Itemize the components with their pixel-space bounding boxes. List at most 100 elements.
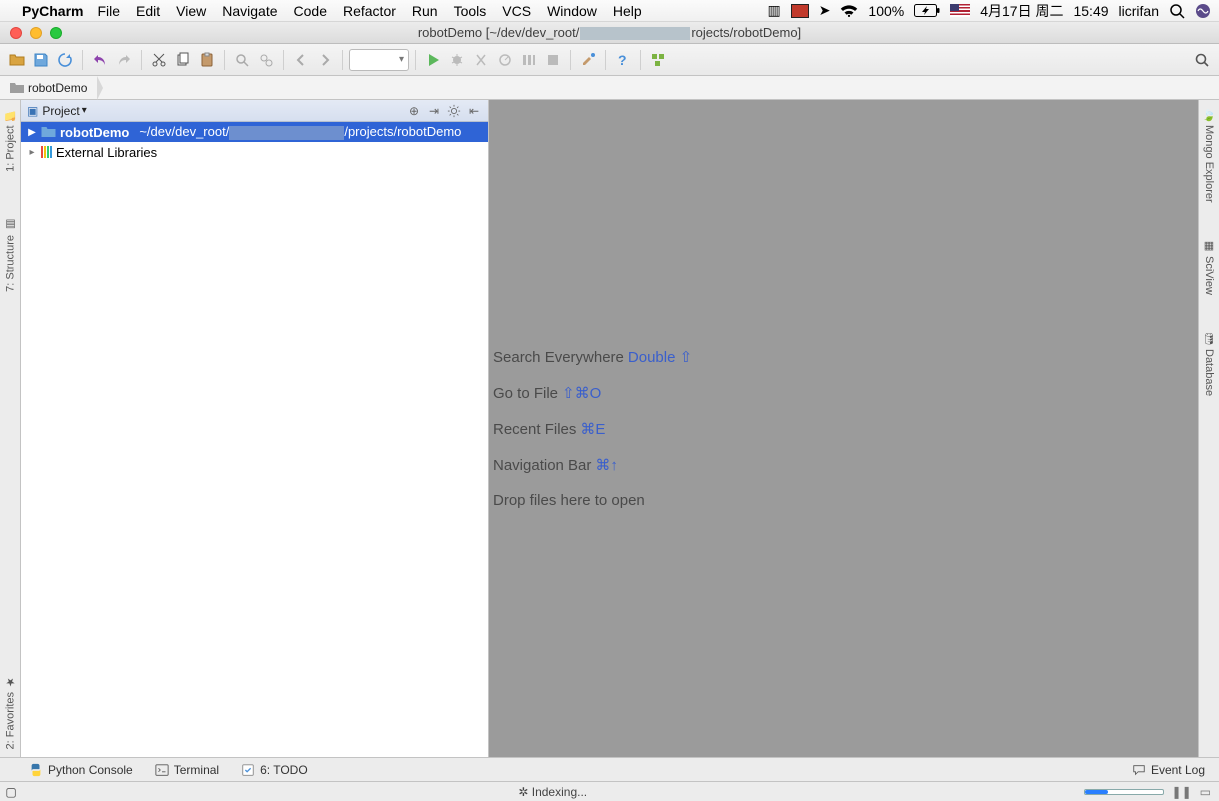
cut-icon[interactable] (148, 49, 170, 71)
speech-icon (1132, 763, 1146, 777)
project-tool-window: ▣ Project ▾ ⊕ ⇥ ⇤ ▶ robotDemo ~/dev/dev_… (21, 100, 489, 757)
menu-tools[interactable]: Tools (454, 3, 487, 19)
window-title: robotDemo [~/dev/dev_root/rojects/robotD… (0, 25, 1219, 40)
tab-event-log[interactable]: Event Log (1132, 763, 1205, 777)
paste-icon[interactable] (196, 49, 218, 71)
wifi-icon[interactable] (840, 4, 858, 18)
location-icon[interactable]: ➤ (819, 2, 831, 19)
redacted-path (229, 126, 344, 140)
window-zoom-button[interactable] (50, 27, 62, 39)
profile-icon[interactable] (494, 49, 516, 71)
todo-icon (241, 763, 255, 777)
left-tool-gutter: 1: Project📁 7: Structure▤ 2: Favorites★ (0, 100, 21, 757)
menu-navigate[interactable]: Navigate (222, 3, 277, 19)
svg-text:?: ? (618, 52, 627, 68)
window-close-button[interactable] (10, 27, 22, 39)
tray-graph-icon[interactable] (791, 4, 809, 18)
tree-root-path: ~/dev/dev_root//projects/robotDemo (139, 124, 461, 140)
dropdown-icon[interactable]: ▾ (82, 105, 87, 116)
menu-file[interactable]: File (97, 3, 120, 19)
hide-panel-icon[interactable]: ⇤ (466, 103, 482, 119)
hint-search: Search EverywhereDouble ⇧ (493, 348, 692, 366)
app-menu[interactable]: PyCharm (22, 3, 83, 19)
right-tool-gutter: 🍃Mongo Explorer ▦SciView 🛢Database (1198, 100, 1219, 757)
project-panel-title[interactable]: Project (42, 104, 79, 118)
menu-help[interactable]: Help (613, 3, 642, 19)
menu-refactor[interactable]: Refactor (343, 3, 396, 19)
tab-todo[interactable]: 6: TODO (241, 763, 308, 777)
status-windows-icon[interactable]: ▢ (0, 785, 22, 799)
panel-settings-icon[interactable] (446, 103, 462, 119)
collapse-all-icon[interactable]: ⇥ (426, 103, 442, 119)
replace-icon[interactable] (255, 49, 277, 71)
pause-icon[interactable]: ❚❚ (1172, 785, 1192, 799)
refresh-icon[interactable] (54, 49, 76, 71)
menu-code[interactable]: Code (294, 3, 327, 19)
structure-icon[interactable] (647, 49, 669, 71)
indexing-progress (1084, 789, 1164, 795)
spotlight-icon[interactable] (1169, 3, 1185, 19)
open-icon[interactable] (6, 49, 28, 71)
run-config-select[interactable]: ▾ (349, 49, 409, 71)
hint-goto-file: Go to File⇧⌘O (493, 384, 601, 402)
menu-window[interactable]: Window (547, 3, 597, 19)
tab-project[interactable]: 1: Project📁 (4, 100, 17, 180)
siri-icon[interactable] (1195, 3, 1211, 19)
menubar-time[interactable]: 15:49 (1073, 3, 1108, 19)
menu-vcs[interactable]: VCS (502, 3, 531, 19)
tree-root-row[interactable]: ▶ robotDemo ~/dev/dev_root//projects/rob… (21, 122, 488, 142)
input-flag-icon[interactable] (950, 4, 970, 17)
tree-external-libs-label: External Libraries (56, 145, 157, 160)
breadcrumb-root[interactable]: robotDemo (4, 76, 97, 100)
tab-sciview[interactable]: ▦SciView (1203, 231, 1216, 303)
run-icon[interactable] (422, 49, 444, 71)
status-message: ✲ Indexing... (22, 785, 1084, 799)
terminal-icon (155, 763, 169, 777)
menu-view[interactable]: View (176, 3, 206, 19)
scroll-from-source-icon[interactable]: ⊕ (406, 103, 422, 119)
folder-icon (10, 82, 24, 94)
disclosure-icon[interactable]: ▶ (27, 127, 37, 138)
debug-icon[interactable] (446, 49, 468, 71)
back-icon[interactable] (290, 49, 312, 71)
save-icon[interactable] (30, 49, 52, 71)
tab-python-console[interactable]: Python Console (29, 763, 133, 777)
search-everywhere-icon[interactable] (1191, 49, 1213, 71)
battery-icon[interactable] (914, 4, 940, 17)
status-bar: ▢ ✲ Indexing... ❚❚ ▭ (0, 781, 1219, 801)
breadcrumb-bar: robotDemo (0, 76, 1219, 100)
tray-icon[interactable]: ▥ (767, 2, 780, 19)
find-icon[interactable] (231, 49, 253, 71)
battery-percent: 100% (868, 3, 904, 19)
window-minimize-button[interactable] (30, 27, 42, 39)
status-processes-icon[interactable]: ▭ (1200, 785, 1211, 799)
forward-icon[interactable] (314, 49, 336, 71)
menu-run[interactable]: Run (412, 3, 438, 19)
python-icon (29, 763, 43, 777)
project-view-icon: ▣ (27, 104, 38, 118)
folder-icon (41, 126, 56, 138)
hint-drop-files: Drop files here to open (493, 492, 645, 509)
coverage-icon[interactable] (470, 49, 492, 71)
menubar-date[interactable]: 4月17日 周二 (980, 1, 1063, 21)
tab-database[interactable]: 🛢Database (1203, 323, 1216, 404)
menubar-user[interactable]: licrifan (1119, 3, 1159, 19)
redo-icon[interactable] (113, 49, 135, 71)
project-panel-header: ▣ Project ▾ ⊕ ⇥ ⇤ (21, 100, 488, 122)
tab-structure[interactable]: 7: Structure▤ (4, 210, 17, 300)
hint-recent-files: Recent Files⌘E (493, 420, 605, 438)
settings-icon[interactable] (577, 49, 599, 71)
concurrency-icon[interactable] (518, 49, 540, 71)
editor-empty-state[interactable]: Search EverywhereDouble ⇧ Go to File⇧⌘O … (489, 100, 1198, 757)
undo-icon[interactable] (89, 49, 111, 71)
tab-mongo[interactable]: 🍃Mongo Explorer (1203, 100, 1216, 211)
tab-favorites[interactable]: 2: Favorites★ (4, 667, 17, 757)
tree-external-libs-row[interactable]: ▸ External Libraries (21, 142, 488, 162)
menu-edit[interactable]: Edit (136, 3, 160, 19)
project-tree[interactable]: ▶ robotDemo ~/dev/dev_root//projects/rob… (21, 122, 488, 757)
disclosure-icon[interactable]: ▸ (27, 147, 37, 158)
help-icon[interactable]: ? (612, 49, 634, 71)
tab-terminal[interactable]: Terminal (155, 763, 219, 777)
copy-icon[interactable] (172, 49, 194, 71)
stop-icon[interactable] (542, 49, 564, 71)
